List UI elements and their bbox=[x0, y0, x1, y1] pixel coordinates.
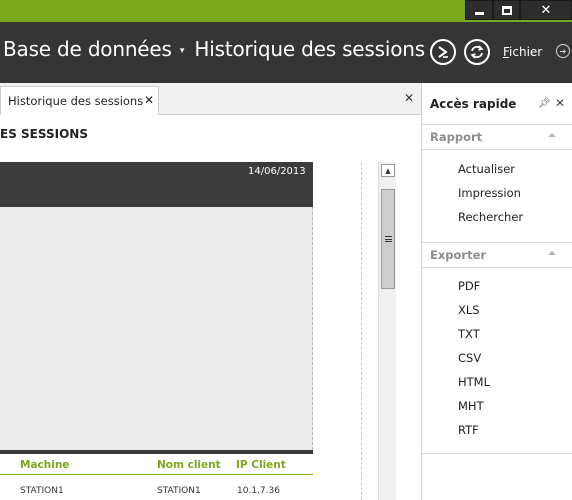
close-icon: ✕ bbox=[540, 2, 552, 18]
play-icon bbox=[438, 46, 448, 58]
tab-close-icon[interactable]: ✕ bbox=[144, 93, 154, 107]
group-label: Exporter bbox=[430, 248, 487, 262]
tab-label: Historique des sessions bbox=[8, 94, 144, 108]
maximize-icon bbox=[501, 5, 512, 15]
tab-strip: Historique des sessions ✕ ✕ bbox=[0, 83, 421, 115]
quick-item-impression[interactable]: Impression bbox=[458, 186, 521, 200]
minimize-button[interactable] bbox=[465, 0, 493, 20]
fichier-menu[interactable]: Fichier bbox=[503, 45, 542, 59]
export-item-rtf[interactable]: RTF bbox=[458, 423, 479, 437]
document-close-icon[interactable]: ✕ bbox=[404, 91, 414, 105]
export-item-html[interactable]: HTML bbox=[458, 375, 490, 389]
group-header-rapport[interactable]: Rapport bbox=[422, 124, 572, 150]
export-item-pdf[interactable]: PDF bbox=[458, 279, 480, 293]
header-underline bbox=[0, 474, 313, 475]
column-header-machine: Machine bbox=[20, 459, 70, 471]
scroll-up-arrow-icon[interactable]: ▲ bbox=[381, 164, 395, 177]
column-header-nom-client: Nom client bbox=[157, 459, 221, 471]
export-item-mht[interactable]: MHT bbox=[458, 399, 484, 413]
scroll-thumb[interactable] bbox=[381, 189, 395, 289]
grip-icon bbox=[384, 236, 392, 242]
export-item-xls[interactable]: XLS bbox=[458, 303, 480, 317]
app-title-bar: Base de données ▾ Historique des session… bbox=[0, 22, 572, 83]
maximize-button[interactable] bbox=[493, 0, 520, 20]
breadcrumb-database[interactable]: Base de données bbox=[3, 37, 172, 61]
vertical-scrollbar[interactable]: ▲ bbox=[378, 162, 396, 500]
breadcrumb-current: Historique des sessions bbox=[194, 37, 425, 61]
quick-access-title: Accès rapide bbox=[430, 97, 517, 111]
refresh-icon bbox=[470, 45, 484, 59]
exit-icon[interactable]: ➔ bbox=[556, 44, 570, 58]
column-header-ip-client: IP Client bbox=[236, 459, 286, 471]
breadcrumb-dropdown-icon[interactable]: ▾ bbox=[180, 46, 185, 56]
report-body bbox=[0, 207, 313, 450]
collapse-arrow-icon[interactable] bbox=[548, 251, 556, 255]
scroll-gutter bbox=[396, 162, 421, 500]
refresh-button[interactable] bbox=[464, 39, 490, 65]
panel-divider bbox=[422, 453, 572, 454]
quick-item-actualiser[interactable]: Actualiser bbox=[458, 162, 515, 176]
minimize-icon bbox=[474, 12, 484, 15]
run-button[interactable] bbox=[430, 39, 456, 65]
page-margin-guide bbox=[361, 162, 362, 500]
table-cell-nom-client: STATION1 bbox=[157, 486, 201, 496]
report-date: 14/06/2013 bbox=[248, 166, 306, 177]
report-section-title: ES SESSIONS bbox=[0, 127, 88, 141]
pin-icon[interactable]: 📌︎ bbox=[538, 98, 551, 109]
document-area: Historique des sessions ✕ ✕ ES SESSIONS … bbox=[0, 83, 421, 500]
quick-access-panel: Accès rapide 📌︎ ✕ Rapport Actualiser Imp… bbox=[421, 83, 572, 500]
quick-item-rechercher[interactable]: Rechercher bbox=[458, 210, 523, 224]
window-close-button[interactable]: ✕ bbox=[520, 0, 572, 20]
export-item-csv[interactable]: CSV bbox=[458, 351, 481, 365]
tab-historique-sessions[interactable]: Historique des sessions ✕ bbox=[0, 86, 159, 115]
page-title: Base de données ▾ Historique des session… bbox=[3, 37, 425, 61]
collapse-arrow-icon[interactable] bbox=[548, 133, 556, 137]
fichier-label: ichier bbox=[509, 45, 543, 59]
table-cell-machine: STATION1 bbox=[20, 486, 64, 496]
export-item-txt[interactable]: TXT bbox=[458, 327, 480, 341]
table-cell-ip-client: 10.1.7.36 bbox=[237, 486, 280, 496]
group-header-exporter[interactable]: Exporter bbox=[422, 242, 572, 268]
group-label: Rapport bbox=[430, 130, 483, 144]
report-divider bbox=[0, 450, 313, 454]
quick-access-close-icon[interactable]: ✕ bbox=[555, 96, 565, 110]
